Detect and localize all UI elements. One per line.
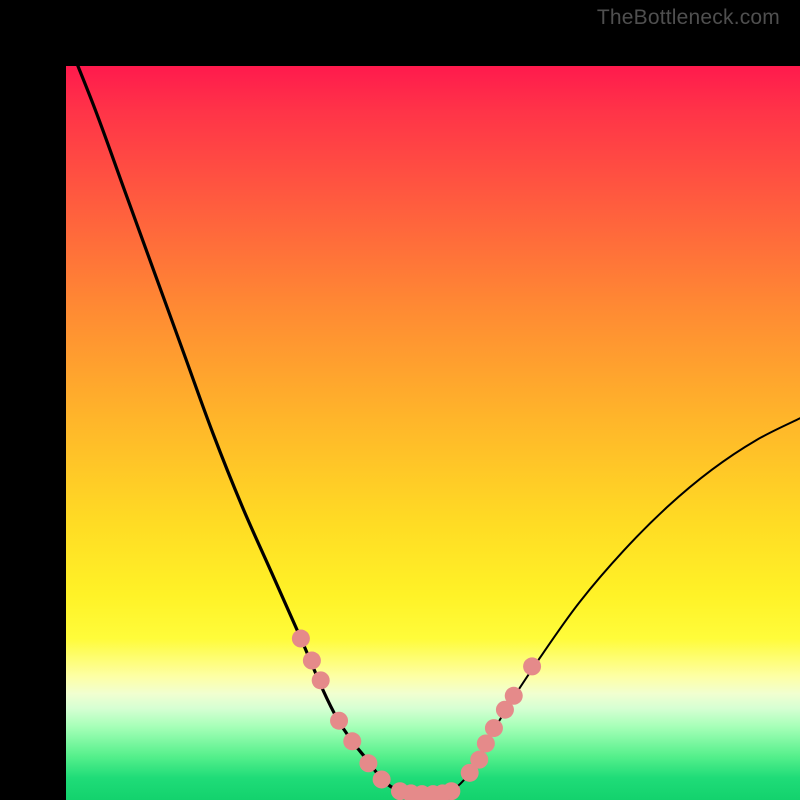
left-curve-path-stroke bbox=[66, 66, 400, 791]
marker-dot bbox=[312, 671, 330, 689]
valley-markers-group bbox=[391, 782, 460, 800]
marker-dot bbox=[292, 630, 310, 648]
right-curve-path-stroke bbox=[451, 418, 800, 791]
watermark-text: TheBottleneck.com bbox=[597, 6, 780, 30]
marker-dot bbox=[485, 719, 503, 737]
left-markers-group bbox=[292, 630, 391, 789]
marker-dot bbox=[343, 732, 361, 750]
chart-svg bbox=[66, 66, 800, 800]
marker-dot bbox=[303, 652, 321, 670]
marker-dot bbox=[330, 712, 348, 730]
marker-dot bbox=[373, 770, 391, 788]
chart-frame bbox=[0, 0, 800, 800]
right-curve-path bbox=[451, 418, 800, 791]
marker-dot bbox=[442, 782, 460, 800]
marker-dot bbox=[477, 734, 495, 752]
marker-dot bbox=[523, 657, 541, 675]
left-curve-path bbox=[66, 66, 400, 791]
marker-dot bbox=[505, 687, 523, 705]
marker-dot bbox=[470, 751, 488, 769]
marker-dot bbox=[359, 754, 377, 772]
plot-area bbox=[66, 66, 800, 800]
